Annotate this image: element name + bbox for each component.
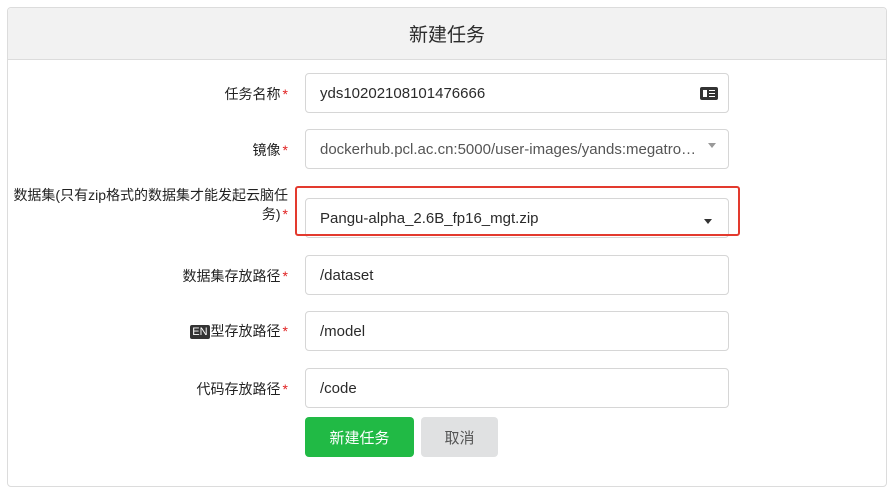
code-path-label-text: 代码存放路径 bbox=[196, 381, 281, 397]
task-name-label-text: 任务名称 bbox=[224, 86, 281, 102]
id-card-icon bbox=[700, 86, 718, 100]
create-task-button[interactable]: 新建任务 bbox=[305, 417, 414, 457]
dataset-path-label-text: 数据集存放路径 bbox=[182, 268, 281, 284]
dataset-label: 数据集(只有zip格式的数据集才能发起云脑任务) * bbox=[8, 186, 288, 224]
cancel-button[interactable]: 取消 bbox=[421, 417, 498, 457]
task-name-label: 任务名称 * bbox=[225, 84, 288, 104]
required-mark: * bbox=[282, 142, 288, 158]
image-label: 镜像 * bbox=[253, 140, 288, 160]
image-label-text: 镜像 bbox=[252, 142, 281, 158]
code-path-label: 代码存放路径 * bbox=[197, 379, 288, 399]
model-path-value: /model bbox=[320, 322, 366, 340]
page-title: 新建任务 bbox=[408, 25, 485, 46]
dataset-select-value: Pangu-alpha_2.6B_fp16_mgt.zip bbox=[320, 209, 539, 227]
image-select-value: dockerhub.pcl.ac.cn:5000/user-images/yan… bbox=[320, 140, 698, 158]
dataset-path-label: 数据集存放路径 * bbox=[183, 266, 288, 286]
dataset-path-value: /dataset bbox=[320, 266, 374, 284]
required-mark: * bbox=[282, 323, 288, 339]
model-path-input[interactable]: /model bbox=[305, 311, 729, 351]
model-path-label-text: 型存放路径 bbox=[210, 323, 281, 339]
panel-header: 新建任务 bbox=[8, 8, 886, 60]
required-mark: * bbox=[282, 86, 288, 102]
caret-down-icon bbox=[708, 142, 716, 148]
dataset-select[interactable]: Pangu-alpha_2.6B_fp16_mgt.zip bbox=[305, 198, 729, 238]
model-path-label: EN 型存放路径 * bbox=[190, 321, 288, 341]
dataset-label-text: 数据集(只有zip格式的数据集才能发起云脑任务) bbox=[13, 187, 288, 222]
required-mark: * bbox=[282, 381, 288, 397]
image-select[interactable]: dockerhub.pcl.ac.cn:5000/user-images/yan… bbox=[305, 129, 729, 169]
en-badge[interactable]: EN bbox=[190, 325, 210, 339]
code-path-input[interactable]: /code bbox=[305, 368, 729, 408]
task-name-value: yds10202108101476666 bbox=[320, 84, 486, 102]
required-mark: * bbox=[282, 206, 288, 222]
caret-down-icon bbox=[704, 218, 712, 224]
dataset-path-input[interactable]: /dataset bbox=[305, 255, 729, 295]
task-name-input[interactable]: yds10202108101476666 bbox=[305, 73, 729, 113]
required-mark: * bbox=[282, 268, 288, 284]
code-path-value: /code bbox=[320, 379, 357, 397]
